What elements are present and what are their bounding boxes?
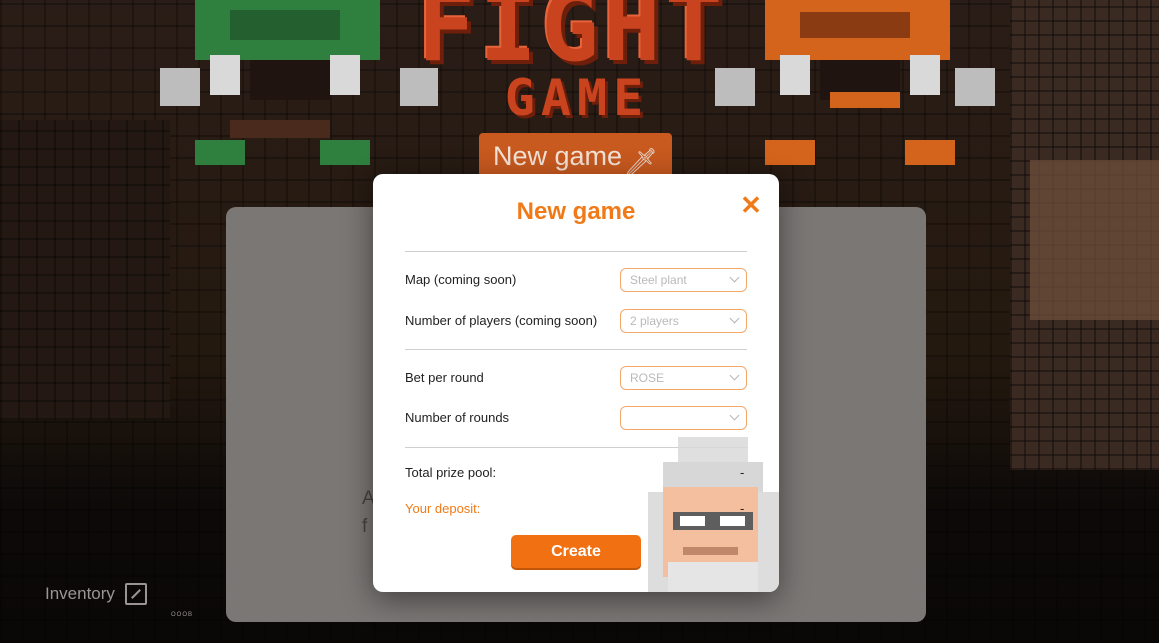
inventory-sublabel: OOOB bbox=[171, 612, 194, 618]
bet-select[interactable]: ROSE bbox=[620, 366, 747, 390]
players-select-value: 2 players bbox=[630, 314, 679, 328]
logo-title-game: GAME bbox=[504, 69, 650, 127]
chevron-down-icon bbox=[729, 313, 740, 324]
your-deposit-label: Your deposit: bbox=[405, 501, 481, 516]
total-prize-pool-value: - bbox=[740, 465, 745, 480]
inventory-label: Inventory bbox=[45, 584, 115, 603]
map-label: Map (coming soon) bbox=[405, 272, 517, 287]
players-select[interactable]: 2 players bbox=[620, 309, 747, 333]
rounds-label: Number of rounds bbox=[405, 410, 510, 425]
chevron-down-icon bbox=[729, 272, 740, 283]
background-left-wall bbox=[0, 120, 170, 420]
your-deposit-value: - bbox=[740, 501, 745, 516]
new-game-modal: New game ✕ Map (coming soon) Steel plant… bbox=[373, 174, 779, 592]
divider bbox=[405, 349, 747, 350]
chevron-down-icon bbox=[729, 370, 740, 381]
total-prize-pool-label: Total prize pool: bbox=[405, 465, 497, 480]
map-select[interactable]: Steel plant bbox=[620, 268, 747, 292]
inventory-button[interactable]: Inventory OOOB bbox=[45, 580, 192, 618]
divider bbox=[405, 251, 747, 252]
background-panel bbox=[1030, 160, 1159, 320]
map-select-value: Steel plant bbox=[630, 273, 687, 287]
chevron-down-icon bbox=[729, 410, 740, 421]
bet-label: Bet per round bbox=[405, 370, 484, 385]
create-button[interactable]: Create bbox=[511, 535, 641, 568]
background-new-game-label: New game bbox=[493, 141, 623, 171]
players-label: Number of players (coming soon) bbox=[405, 313, 598, 328]
bet-select-value: ROSE bbox=[630, 371, 665, 385]
logo-title-fight: FIGHT bbox=[417, 0, 727, 83]
old-man-mascot-image bbox=[648, 437, 779, 592]
close-icon[interactable]: ✕ bbox=[739, 192, 763, 218]
background-new-game-button[interactable]: New game 🗡 bbox=[479, 133, 672, 179]
edit-icon bbox=[124, 583, 147, 605]
rounds-select[interactable] bbox=[620, 406, 747, 430]
modal-title: New game bbox=[516, 198, 636, 225]
